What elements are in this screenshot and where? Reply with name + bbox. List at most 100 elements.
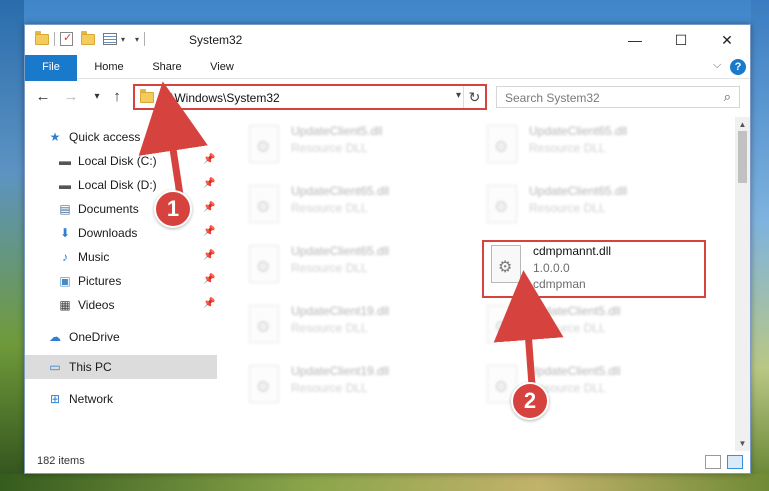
separator: [54, 32, 55, 46]
file-item[interactable]: UpdateClient65.dll Resource DLL: [481, 121, 701, 173]
sidebar-item-onedrive[interactable]: ☁ OneDrive: [25, 325, 217, 349]
ribbon-tabs: File Home Share View ⌵ ?: [25, 55, 750, 107]
computer-icon: ▭: [49, 360, 61, 374]
folder-icon: [35, 30, 49, 45]
maximize-button[interactable]: ☐: [658, 25, 704, 55]
navigation-bar: ← → ▾ ↑ C:\Windows\System32 ▾ ↻ Search S…: [25, 81, 750, 113]
file-item[interactable]: UpdateClient19.dll Resource DLL: [243, 361, 463, 413]
file-type: Resource DLL: [291, 141, 368, 155]
new-folder-icon[interactable]: [81, 30, 95, 45]
file-type: Resource DLL: [529, 141, 606, 155]
help-icon[interactable]: ?: [730, 59, 746, 75]
navigation-pane: ★ Quick access ▬ Local Disk (C:) 📌 ▬ Loc…: [25, 117, 217, 451]
sidebar-item-pictures[interactable]: ▣ Pictures 📌: [25, 269, 217, 293]
file-name: UpdateClient65.dll: [291, 184, 390, 198]
dll-file-icon: [249, 305, 279, 343]
sidebar-item-label: Music: [78, 250, 110, 264]
search-icon[interactable]: ⌕: [724, 89, 731, 105]
file-item[interactable]: UpdateClient65.dll Resource DLL: [481, 181, 701, 233]
sidebar-item-label: Quick access: [69, 130, 141, 144]
chevron-down-icon[interactable]: ▾: [121, 35, 125, 44]
folder-icon: [140, 89, 154, 103]
file-item[interactable]: UpdateClient19.dll Resource DLL: [243, 301, 463, 353]
recent-locations-icon[interactable]: ▾: [87, 87, 107, 107]
scroll-up-icon[interactable]: ▲: [735, 117, 750, 132]
sidebar-item-label: This PC: [69, 360, 112, 374]
address-bar[interactable]: C:\Windows\System32 ▾ ↻: [133, 84, 487, 110]
file-item[interactable]: UpdateClient65.dll Resource DLL: [243, 241, 463, 293]
sidebar-item-this-pc[interactable]: ▭ This PC: [25, 355, 217, 379]
file-name: UpdateClient65.dll: [529, 124, 628, 138]
pin-icon[interactable]: 📌: [203, 250, 215, 261]
scrollbar-thumb[interactable]: [738, 131, 747, 183]
up-arrow-icon[interactable]: ↑: [107, 87, 127, 107]
star-icon: ★: [49, 130, 61, 144]
sidebar-item-label: Network: [69, 392, 114, 406]
customize-toolbar-icon[interactable]: ▾: [135, 35, 139, 44]
properties-icon[interactable]: [60, 31, 73, 46]
dll-file-icon: [249, 185, 279, 223]
file-type: Resource DLL: [291, 321, 368, 335]
pin-icon[interactable]: 📌: [203, 226, 215, 237]
sidebar-item-downloads[interactable]: ⬇ Downloads 📌: [25, 221, 217, 245]
file-name: UpdateClient19.dll: [291, 364, 390, 378]
dll-file-icon: [249, 365, 279, 403]
download-icon: ⬇: [59, 226, 71, 240]
file-item[interactable]: UpdateClient65.dll Resource DLL: [243, 181, 463, 233]
file-name: UpdateClient5.dll: [529, 364, 621, 378]
tab-view[interactable]: View: [197, 55, 247, 79]
address-path: C:\Windows\System32: [159, 91, 280, 105]
videos-icon: ▦: [59, 298, 71, 312]
network-icon: ⊞: [49, 392, 61, 406]
item-count: 182 items: [37, 455, 85, 467]
chevron-down-icon[interactable]: ▾: [456, 90, 461, 101]
search-input[interactable]: Search System32 ⌕: [496, 86, 740, 108]
cloud-icon: ☁: [49, 330, 61, 344]
scroll-down-icon[interactable]: ▼: [735, 436, 750, 451]
status-bar: 182 items: [25, 451, 750, 473]
file-type: Resource DLL: [291, 381, 368, 395]
highlight-box: [482, 240, 706, 298]
tab-home[interactable]: Home: [81, 55, 137, 79]
vertical-scrollbar[interactable]: ▲ ▼: [735, 117, 750, 451]
sidebar-item-videos[interactable]: ▦ Videos 📌: [25, 293, 217, 317]
expand-ribbon-icon[interactable]: ⌵: [713, 59, 721, 72]
sidebar-item-label: Documents: [78, 202, 139, 216]
file-item[interactable]: UpdateClient5.dll Resource DLL: [243, 121, 463, 173]
file-name: UpdateClient65.dll: [529, 184, 628, 198]
pin-icon[interactable]: 📌: [203, 154, 215, 165]
details-view-icon[interactable]: [705, 455, 721, 469]
music-icon: ♪: [62, 250, 68, 264]
sidebar-item-network[interactable]: ⊞ Network: [25, 387, 217, 411]
desktop-background-bottom: [0, 474, 769, 491]
tab-share[interactable]: Share: [141, 55, 193, 79]
drive-icon: ▬: [59, 178, 71, 192]
search-placeholder: Search System32: [505, 91, 600, 105]
file-name: UpdateClient5.dll: [291, 124, 383, 138]
dll-file-icon: [487, 185, 517, 223]
large-icons-view-icon[interactable]: [727, 455, 743, 469]
pin-icon[interactable]: 📌: [203, 178, 215, 189]
pin-icon[interactable]: 📌: [203, 298, 215, 309]
customize-view-icon[interactable]: [103, 33, 117, 45]
forward-arrow-icon[interactable]: →: [61, 87, 81, 107]
refresh-icon[interactable]: ↻: [463, 86, 485, 108]
callout-1: 1: [154, 190, 192, 228]
sidebar-item-quick-access[interactable]: ★ Quick access: [25, 125, 217, 149]
pin-icon[interactable]: 📌: [203, 274, 215, 285]
sidebar-item-music[interactable]: ♪ Music 📌: [25, 245, 217, 269]
dll-file-icon: [487, 125, 517, 163]
sidebar-item-label: Downloads: [78, 226, 138, 240]
file-item[interactable]: UpdateClient5.dll Resource DLL: [481, 301, 701, 353]
separator: [144, 32, 146, 46]
sidebar-item-local-disk-d[interactable]: ▬ Local Disk (D:) 📌: [25, 173, 217, 197]
minimize-button[interactable]: —: [612, 25, 658, 55]
back-arrow-icon[interactable]: ←: [33, 87, 53, 107]
sidebar-item-label: OneDrive: [69, 330, 120, 344]
sidebar-item-label: Pictures: [78, 274, 122, 288]
sidebar-item-local-disk-c[interactable]: ▬ Local Disk (C:) 📌: [25, 149, 217, 173]
quick-access-toolbar: ▾ ▾: [35, 30, 150, 46]
file-name: UpdateClient5.dll: [529, 304, 621, 318]
pin-icon[interactable]: 📌: [203, 202, 215, 213]
close-button[interactable]: ✕: [704, 25, 750, 55]
